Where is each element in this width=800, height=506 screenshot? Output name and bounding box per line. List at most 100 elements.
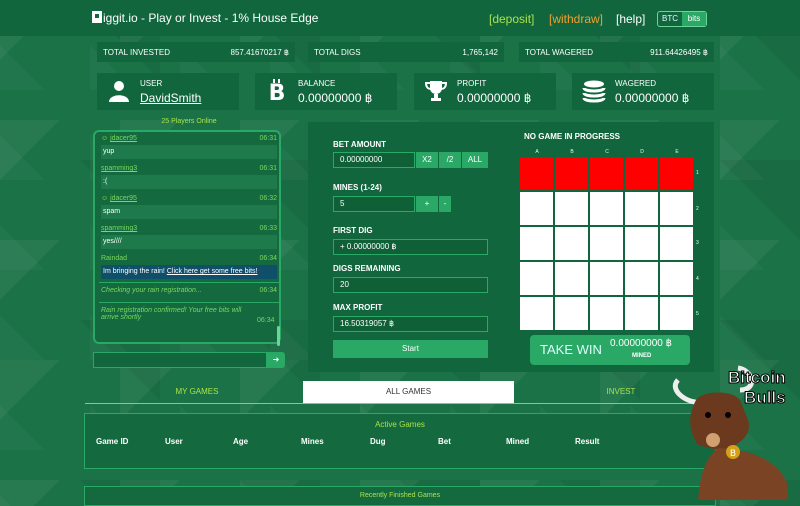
row-header: 1 — [696, 170, 699, 176]
help-link[interactable]: [help] — [616, 12, 645, 26]
chat-input[interactable] — [93, 352, 267, 368]
chat-username[interactable]: spamming3 — [101, 165, 137, 172]
grid-cell-B1[interactable] — [555, 157, 588, 190]
chat-time: 06:34 — [259, 287, 277, 294]
bitcoin-bulls-watermark: B Bitcoin Bulls — [658, 360, 800, 500]
bitcoin-icon: B — [269, 79, 285, 103]
grid-cell-C1[interactable] — [590, 157, 623, 190]
user-card: USER DavidSmith — [97, 73, 239, 110]
logo-icon — [92, 11, 102, 23]
grid-cell-A5[interactable] — [520, 297, 553, 330]
stat-label: TOTAL WAGERED — [525, 47, 594, 57]
stat-value: 911.64426495 ฿ — [650, 47, 708, 57]
card-label: WAGERED — [615, 79, 657, 88]
grid-cell-B3[interactable] — [555, 227, 588, 260]
username[interactable]: DavidSmith — [140, 91, 201, 105]
send-button[interactable]: ➜ — [267, 352, 285, 368]
grid-cell-C2[interactable] — [590, 192, 623, 225]
grid-cell-B4[interactable] — [555, 262, 588, 295]
grid-cell-D3[interactable] — [625, 227, 658, 260]
currency-btc-option[interactable]: BTC — [658, 12, 682, 26]
chat-username[interactable]: spamming3 — [101, 225, 137, 232]
grid-cell-E2[interactable] — [660, 192, 693, 225]
tab-all-games[interactable]: ALL GAMES — [303, 381, 514, 403]
stat-value: 857.41670217 ฿ — [230, 47, 289, 57]
profit-card: PROFIT 0.00000000 ฿ — [414, 73, 556, 110]
mines-plus-button[interactable]: + — [416, 196, 438, 212]
chat-time: 06:33 — [259, 225, 277, 232]
mines-input[interactable]: 5 — [333, 196, 415, 212]
grid-cell-B2[interactable] — [555, 192, 588, 225]
grid-cell-E5[interactable] — [660, 297, 693, 330]
grid-cell-D1[interactable] — [625, 157, 658, 190]
take-win-label: TAKE WIN — [540, 342, 602, 357]
coins-icon — [582, 80, 606, 103]
grid-cell-D5[interactable] — [625, 297, 658, 330]
total-invested-stat: TOTAL INVESTED 857.41670217 ฿ — [97, 42, 295, 62]
chat-username[interactable]: Raindad — [101, 255, 127, 262]
grid-cell-E4[interactable] — [660, 262, 693, 295]
stat-label: TOTAL DIGS — [314, 47, 361, 57]
stat-label: TOTAL INVESTED — [103, 47, 170, 57]
grid-cell-A3[interactable] — [520, 227, 553, 260]
grid-cell-C4[interactable] — [590, 262, 623, 295]
grid-cell-A2[interactable] — [520, 192, 553, 225]
mined-label: MINED — [632, 353, 652, 359]
bet-amount-input[interactable]: 0.00000000 — [333, 152, 415, 168]
currency-bits-option[interactable]: bits — [682, 12, 706, 26]
grid-cell-B5[interactable] — [555, 297, 588, 330]
max-profit-label: MAX PROFIT — [333, 303, 383, 312]
chat-text: spam — [101, 205, 277, 219]
column-header: Bet — [438, 437, 451, 446]
grid-cell-A1[interactable] — [520, 157, 553, 190]
half-bet-button[interactable]: /2 — [439, 152, 461, 168]
grid-cell-A4[interactable] — [520, 262, 553, 295]
currency-toggle: BTC bits — [657, 11, 707, 27]
column-header: Age — [233, 437, 249, 446]
chat-messages[interactable]: ☺ jdacer95 06:31 yup spamming3 06:31 :( … — [93, 130, 281, 344]
max-profit-value: 16.50319057 ฿ — [333, 316, 488, 332]
grid-cell-C3[interactable] — [590, 227, 623, 260]
chat-message: Raindad 06:34 Im bringing the rain! Clic… — [101, 255, 277, 279]
chat-time: 06:31 — [259, 135, 277, 142]
row-header: 2 — [696, 206, 699, 212]
grid-cell-E3[interactable] — [660, 227, 693, 260]
all-bet-button[interactable]: ALL — [462, 152, 488, 168]
column-header: Mines — [301, 437, 324, 446]
chat-username[interactable]: jdacer95 — [110, 195, 137, 202]
system-message: Checking your rain registration... 06:34 — [101, 287, 277, 294]
digs-remaining-value: 20 — [333, 277, 488, 293]
grid-cell-D4[interactable] — [625, 262, 658, 295]
tab-my-games[interactable]: MY GAMES — [85, 381, 309, 403]
column-header: E — [675, 149, 679, 155]
system-text: Checking your rain registration... — [101, 287, 202, 294]
deposit-link[interactable]: [deposit] — [489, 12, 534, 26]
user-icon — [109, 81, 129, 102]
chat-scrollbar[interactable] — [277, 326, 280, 346]
total-digs-stat: TOTAL DIGS 1,765,142 — [308, 42, 504, 62]
first-dig-label: FIRST DIG — [333, 226, 373, 235]
start-button[interactable]: Start — [333, 340, 488, 358]
divider — [99, 302, 279, 303]
rain-text: Im bringing the rain! — [103, 268, 165, 275]
recent-games-title: Recently Finished Games — [359, 492, 441, 499]
chat-username[interactable]: jdacer95 — [110, 135, 137, 142]
mines-minus-button[interactable]: - — [439, 196, 451, 212]
wagered-card: WAGERED 0.00000000 ฿ — [572, 73, 714, 110]
grid-cell-D2[interactable] — [625, 192, 658, 225]
svg-text:B: B — [730, 449, 736, 459]
free-bits-link[interactable]: Click here get some free bits! — [167, 268, 258, 275]
double-bet-button[interactable]: X2 — [416, 152, 438, 168]
grid-cell-E1[interactable] — [660, 157, 693, 190]
column-header: C — [605, 149, 609, 155]
game-status: NO GAME IN PROGRESS — [524, 132, 621, 141]
bet-amount-label: BET AMOUNT — [333, 140, 387, 149]
tab-underline — [85, 403, 725, 404]
app-title: iggit.io - Play or Invest - 1% House Edg… — [103, 11, 319, 25]
column-header: Mined — [506, 437, 530, 446]
chat-text: yes//// — [101, 235, 277, 249]
grid-cell-C5[interactable] — [590, 297, 623, 330]
withdraw-link[interactable]: [withdraw] — [549, 12, 603, 26]
active-games-title: Active Games — [375, 420, 425, 429]
row-header: 5 — [696, 311, 699, 317]
